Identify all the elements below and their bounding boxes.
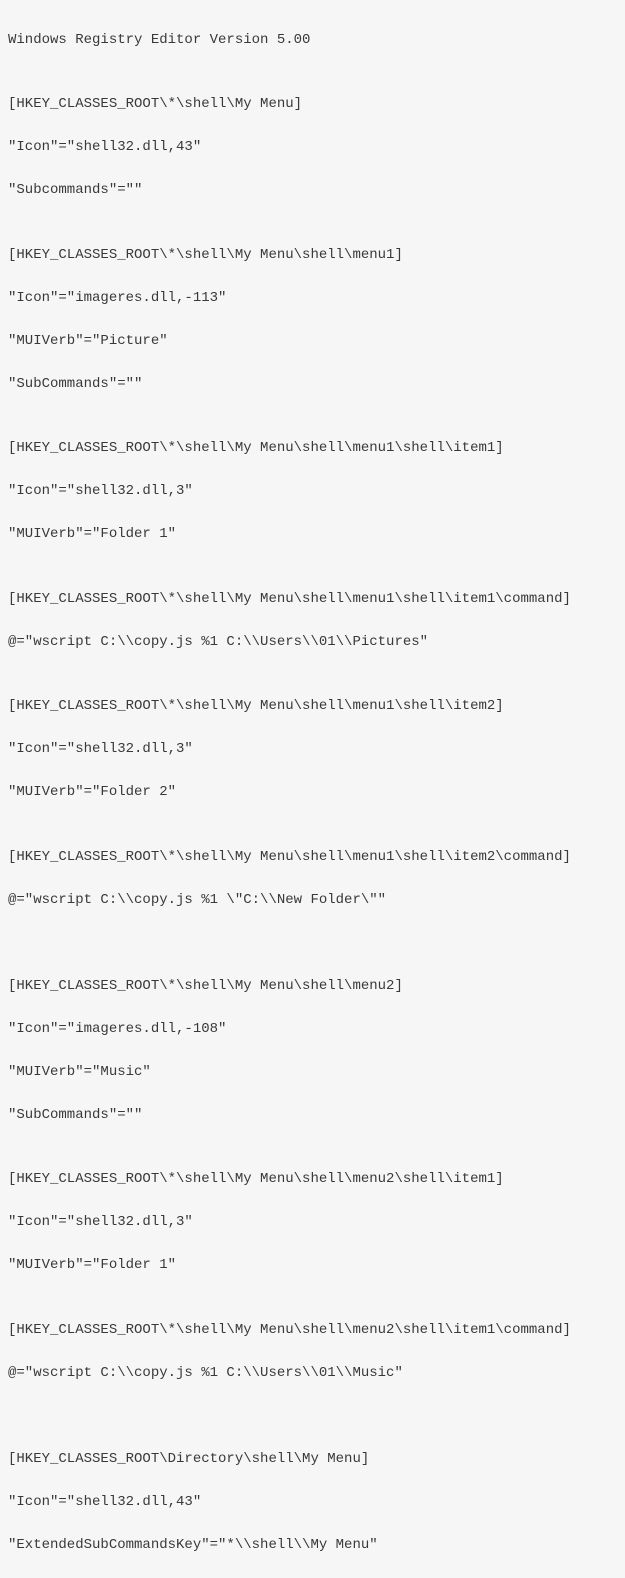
code-line: "Icon"="shell32.dll,43" (8, 137, 617, 159)
code-line: [HKEY_CLASSES_ROOT\*\shell\My Menu\shell… (8, 1169, 617, 1191)
code-line: [HKEY_CLASSES_ROOT\*\shell\My Menu] (8, 94, 617, 116)
code-line: "Icon"="imageres.dll,-113" (8, 288, 617, 310)
code-line: "Icon"="shell32.dll,3" (8, 481, 617, 503)
code-line: [HKEY_CLASSES_ROOT\*\shell\My Menu\shell… (8, 1320, 617, 1342)
code-line: "Icon"="shell32.dll,43" (8, 1492, 617, 1514)
code-line: @="wscript C:\\copy.js %1 C:\\Users\\01\… (8, 1363, 617, 1385)
code-line: "SubCommands"="" (8, 374, 617, 396)
code-line: "MUIVerb"="Folder 2" (8, 782, 617, 804)
code-line: [HKEY_CLASSES_ROOT\*\shell\My Menu\shell… (8, 696, 617, 718)
code-line: "Icon"="shell32.dll,3" (8, 739, 617, 761)
code-line: "MUIVerb"="Folder 1" (8, 1255, 617, 1277)
code-line: "Subcommands"="" (8, 180, 617, 202)
code-line: "MUIVerb"="Picture" (8, 331, 617, 353)
code-line: [HKEY_CLASSES_ROOT\*\shell\My Menu\shell… (8, 976, 617, 998)
code-line: "MUIVerb"="Folder 1" (8, 524, 617, 546)
code-line: [HKEY_CLASSES_ROOT\Directory\shell\My Me… (8, 1449, 617, 1471)
registry-code-block: Windows Registry Editor Version 5.00 [HK… (8, 8, 617, 1578)
code-line: @="wscript C:\\copy.js %1 C:\\Users\\01\… (8, 632, 617, 654)
code-line: [HKEY_CLASSES_ROOT\*\shell\My Menu\shell… (8, 438, 617, 460)
code-line: "Icon"="shell32.dll,3" (8, 1212, 617, 1234)
code-line: "ExtendedSubCommandsKey"="*\\shell\\My M… (8, 1535, 617, 1557)
code-line: [HKEY_CLASSES_ROOT\*\shell\My Menu\shell… (8, 847, 617, 869)
code-line: @="wscript C:\\copy.js %1 \"C:\\New Fold… (8, 890, 617, 912)
code-line: [HKEY_CLASSES_ROOT\*\shell\My Menu\shell… (8, 589, 617, 611)
code-line: "MUIVerb"="Music" (8, 1062, 617, 1084)
code-line: Windows Registry Editor Version 5.00 (8, 30, 617, 52)
code-line: "Icon"="imageres.dll,-108" (8, 1019, 617, 1041)
code-line: "SubCommands"="" (8, 1105, 617, 1127)
code-line: [HKEY_CLASSES_ROOT\*\shell\My Menu\shell… (8, 245, 617, 267)
